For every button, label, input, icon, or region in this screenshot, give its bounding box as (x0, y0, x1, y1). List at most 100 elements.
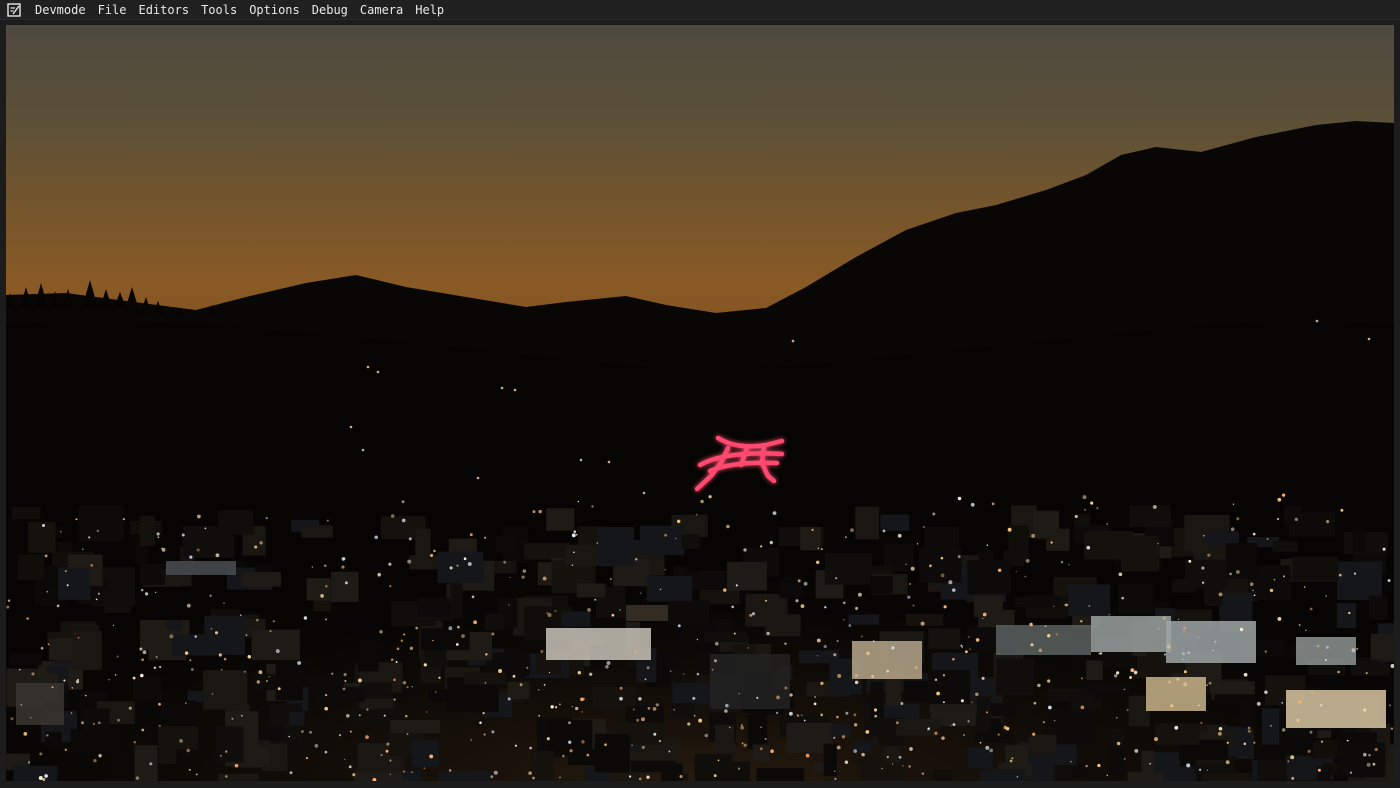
city-light (820, 548, 823, 551)
city-light (610, 578, 612, 580)
city-light (88, 536, 91, 539)
city-light (325, 618, 327, 621)
city-light (670, 670, 672, 672)
city-light (402, 680, 407, 685)
city-light (725, 703, 729, 708)
city-light (311, 566, 314, 568)
building (316, 686, 365, 702)
city-light (910, 566, 915, 571)
city-light (255, 618, 259, 622)
editor-icon[interactable] (7, 2, 21, 17)
city-light (659, 588, 662, 591)
building (546, 508, 575, 531)
city-light (871, 675, 874, 678)
city-light (997, 733, 1000, 736)
city-light (652, 707, 657, 711)
city-light (122, 518, 125, 521)
menu-editors[interactable]: Editors (132, 0, 195, 20)
city-light (1249, 582, 1254, 586)
city-light (1281, 728, 1286, 732)
city-light (326, 519, 329, 522)
menu-devmode[interactable]: Devmode (29, 0, 92, 20)
city-light (571, 705, 573, 708)
city-light (97, 592, 101, 595)
building (933, 769, 954, 781)
city-light (349, 730, 352, 733)
city-light (1114, 674, 1118, 678)
city-light (581, 711, 583, 713)
building (250, 674, 280, 690)
lit-building (546, 628, 651, 660)
city-light (406, 733, 409, 736)
city-light (344, 679, 347, 683)
city-light (765, 599, 768, 602)
city-light (10, 717, 14, 721)
city-light (834, 770, 836, 772)
city-light (1106, 774, 1109, 777)
city-light (1348, 611, 1351, 615)
menu-tools[interactable]: Tools (195, 0, 243, 20)
city-light (485, 653, 488, 656)
menu-file[interactable]: File (92, 0, 133, 20)
city-light (259, 541, 263, 545)
city-light (679, 774, 683, 779)
building (17, 554, 45, 580)
building (428, 689, 472, 702)
building (688, 571, 730, 590)
city-light (81, 721, 84, 725)
city-light (1320, 740, 1324, 743)
city-light (1025, 559, 1030, 563)
city-light (31, 672, 35, 676)
city-light (268, 675, 270, 678)
city-light (309, 730, 312, 734)
building (824, 552, 873, 585)
city-light (456, 564, 459, 567)
city-light (197, 514, 201, 519)
menu-debug[interactable]: Debug (306, 0, 354, 20)
city-light (940, 573, 945, 578)
menu-help[interactable]: Help (409, 0, 450, 20)
city-light (674, 537, 677, 540)
city-light (40, 646, 44, 650)
city-light (341, 565, 345, 569)
city-light (473, 620, 478, 625)
building (11, 506, 41, 520)
city-light (644, 678, 647, 681)
city-light (907, 595, 911, 599)
city-light (843, 619, 845, 621)
city-light (272, 620, 275, 623)
city-light (633, 650, 638, 654)
building (360, 682, 392, 699)
city-light (314, 744, 319, 748)
city-light (708, 495, 712, 499)
city-light (184, 651, 189, 655)
city-light (1201, 581, 1205, 584)
scene-viewport[interactable] (6, 25, 1394, 781)
city-light (234, 763, 239, 768)
city-light (484, 536, 487, 539)
city-light (941, 736, 945, 740)
building (561, 611, 591, 627)
city-light (6, 605, 10, 609)
city-light (986, 544, 989, 546)
city-light (921, 772, 925, 775)
hillside-light (476, 476, 480, 480)
building (967, 560, 1011, 595)
city-light (673, 709, 675, 711)
menu-camera[interactable]: Camera (354, 0, 409, 20)
building (1338, 742, 1386, 778)
city-light (975, 692, 979, 697)
building (928, 628, 961, 649)
menu-options[interactable]: Options (243, 0, 306, 20)
city-light (741, 742, 744, 745)
building (869, 576, 893, 594)
city-light (747, 647, 750, 649)
city-light (379, 630, 383, 634)
city-light (646, 775, 650, 779)
city-light (692, 696, 696, 700)
city-light (714, 659, 717, 663)
city-light (1283, 575, 1285, 578)
city-light (30, 717, 32, 719)
city-light (223, 602, 225, 604)
hillside-light (349, 425, 353, 429)
